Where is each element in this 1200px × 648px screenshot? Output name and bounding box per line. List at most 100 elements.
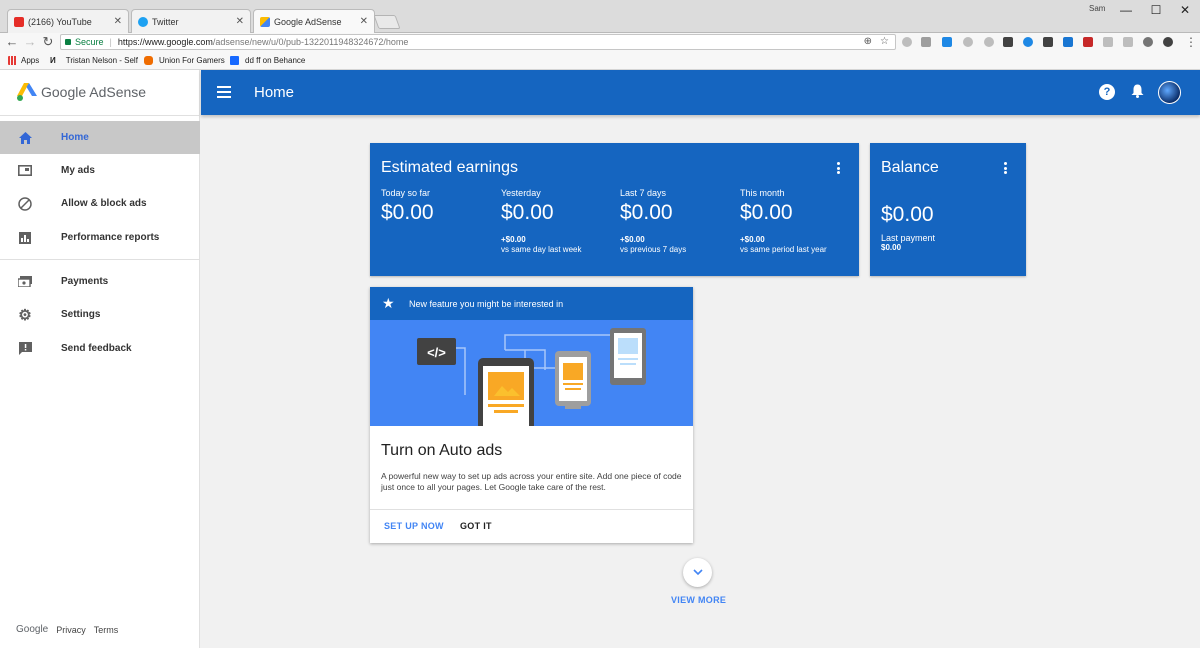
sidebar-item-label: Payments	[61, 276, 109, 287]
app-header: Home ?	[201, 70, 1200, 115]
reload-icon[interactable]: ↻	[41, 34, 55, 50]
bookmark-union-for-gamers[interactable]: Union For Gamers	[144, 56, 225, 65]
stat-last-7-days: Last 7 days $0.00 +$0.00 vs previous 7 d…	[620, 188, 686, 254]
extension-user-icon[interactable]	[1163, 37, 1173, 47]
sidebar-item-allow-block-ads[interactable]: Allow & block ads	[0, 187, 200, 220]
profile-name[interactable]: Sam	[1089, 4, 1105, 13]
behance-icon	[230, 56, 239, 65]
extension-icon[interactable]	[1003, 37, 1013, 47]
card-title: Estimated earnings	[381, 159, 518, 176]
notifications-bell-icon[interactable]	[1129, 84, 1145, 100]
auto-ads-feature-card: ★ New feature you might be interested in…	[370, 287, 693, 543]
stat-delta: +$0.00	[501, 235, 526, 244]
youtube-icon	[14, 16, 24, 27]
set-up-now-button[interactable]: SET UP NOW	[384, 521, 444, 531]
google-footer-logo[interactable]: Google	[16, 624, 48, 635]
tab-google-adsense[interactable]: Google AdSense ✕	[253, 9, 375, 33]
extension-icon[interactable]	[1063, 37, 1073, 47]
page-title: Home	[254, 84, 295, 101]
stat-delta: +$0.00	[620, 235, 645, 244]
help-icon[interactable]: ?	[1099, 84, 1115, 100]
sidebar-item-settings[interactable]: ⚙ Settings	[0, 298, 200, 331]
estimated-earnings-card: Estimated earnings Today so far $0.00 Ye…	[370, 143, 859, 276]
sidebar-item-label: My ads	[61, 165, 95, 176]
address-bar[interactable]: Secure | https://www.google.com/adsense/…	[60, 34, 896, 50]
close-window-button[interactable]: ✕	[1170, 0, 1200, 20]
extension-icon[interactable]	[1023, 37, 1033, 47]
extension-icon[interactable]	[1143, 37, 1153, 47]
bookmark-label: Apps	[21, 56, 40, 65]
terms-link[interactable]: Terms	[94, 625, 119, 635]
stat-value: $0.00	[501, 201, 554, 224]
address-separator: |	[109, 37, 112, 47]
secure-label: Secure	[75, 37, 104, 47]
stat-value: $0.00	[740, 201, 793, 224]
stat-compare: vs previous 7 days	[620, 245, 687, 254]
sidebar-item-payments[interactable]: Payments	[0, 265, 200, 298]
extension-icon[interactable]	[902, 37, 912, 47]
stat-label: This month	[740, 188, 785, 198]
card-title: Balance	[881, 159, 939, 176]
got-it-button[interactable]: GOT IT	[460, 521, 492, 531]
bar-chart-icon	[18, 231, 32, 245]
extension-icon[interactable]	[1083, 37, 1093, 47]
more-options-icon[interactable]	[1004, 162, 1008, 174]
sidebar: Google AdSense Home My ads Allow & block…	[0, 70, 200, 648]
close-tab-icon[interactable]: ✕	[360, 16, 368, 27]
bookmarks-bar: Apps И Tristan Nelson - Self Union For G…	[0, 52, 1200, 70]
balance-card: Balance $0.00 Last payment $0.00	[870, 143, 1026, 276]
sidebar-item-performance-reports[interactable]: Performance reports	[0, 221, 200, 254]
minimize-button[interactable]: —	[1111, 0, 1141, 20]
view-more-label[interactable]: VIEW MORE	[671, 595, 726, 605]
adsense-logo-icon	[17, 83, 37, 101]
bookmark-apps[interactable]: Apps	[8, 56, 39, 65]
last-payment-label: Last payment	[881, 233, 936, 243]
feature-description: A powerful new way to set up ads across …	[381, 471, 682, 492]
account-avatar[interactable]	[1158, 81, 1181, 104]
N-icon: И	[50, 56, 56, 65]
twitter-icon	[138, 16, 148, 27]
adsense-logo[interactable]: Google AdSense	[17, 83, 146, 101]
browser-menu-icon[interactable]: ⋮	[1185, 35, 1197, 49]
tab-label: Google AdSense	[274, 16, 342, 27]
view-more-button[interactable]	[683, 558, 712, 587]
extension-iq-icon[interactable]	[942, 37, 952, 47]
bookmark-behance[interactable]: dd ff on Behance	[230, 56, 305, 65]
extension-icon[interactable]	[963, 37, 973, 47]
sidebar-item-my-ads[interactable]: My ads	[0, 154, 200, 187]
forward-arrow-icon[interactable]: →	[23, 34, 37, 50]
block-icon	[18, 196, 32, 211]
stat-value: $0.00	[620, 201, 673, 224]
tab-twitter[interactable]: Twitter ✕	[131, 9, 251, 33]
back-arrow-icon[interactable]: ←	[5, 34, 19, 50]
home-icon	[18, 131, 32, 145]
stat-label: Last 7 days	[620, 188, 667, 198]
sidebar-item-label: Performance reports	[61, 232, 160, 243]
hamburger-menu-icon[interactable]	[217, 86, 231, 98]
tab-youtube[interactable]: (2166) YouTube ✕	[7, 9, 129, 33]
sidebar-item-home[interactable]: Home	[0, 121, 200, 154]
extension-gmail-icon[interactable]	[1043, 37, 1053, 47]
maximize-button[interactable]: ☐	[1141, 0, 1171, 20]
stat-label: Yesterday	[501, 188, 541, 198]
close-tab-icon[interactable]: ✕	[114, 16, 122, 27]
extension-icon[interactable]	[984, 37, 994, 47]
code-glyph: </>	[427, 345, 446, 360]
new-tab-button[interactable]	[373, 15, 401, 29]
stat-this-month: This month $0.00 +$0.00 vs same period l…	[740, 188, 827, 254]
apps-grid-icon	[8, 56, 17, 65]
sidebar-item-send-feedback[interactable]: Send feedback	[0, 332, 200, 365]
bookmark-tristan-nelson[interactable]: И Tristan Nelson - Self	[50, 56, 138, 65]
extension-icon[interactable]	[921, 37, 931, 47]
bookmark-label: Tristan Nelson - Self	[65, 56, 138, 65]
chevron-down-icon	[692, 569, 703, 576]
zoom-icon[interactable]: ⊕	[864, 36, 872, 47]
extension-icon[interactable]	[1103, 37, 1113, 47]
extension-icon[interactable]	[1123, 37, 1133, 47]
privacy-link[interactable]: Privacy	[56, 625, 86, 635]
sidebar-footer: Google Privacy Terms	[16, 624, 118, 635]
bookmark-star-icon[interactable]: ☆	[880, 36, 889, 47]
more-options-icon[interactable]	[837, 162, 841, 174]
close-tab-icon[interactable]: ✕	[236, 16, 244, 27]
url-path: /adsense/new/u/0/pub-1322011948324672/ho…	[212, 37, 409, 47]
